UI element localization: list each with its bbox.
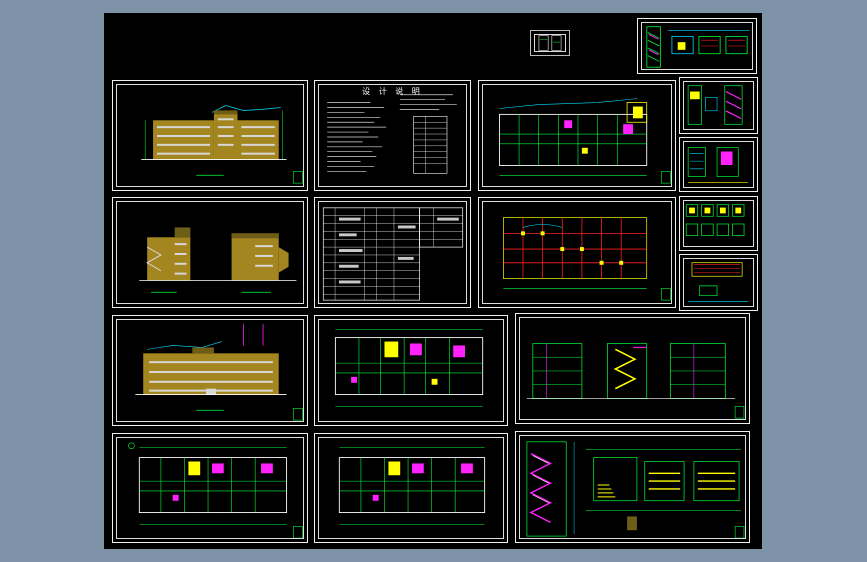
side-elevations-drawing bbox=[139, 227, 297, 293]
stair-detail-drawing bbox=[646, 26, 750, 68]
design-notes-heading: 设 计 说 明 bbox=[362, 87, 423, 96]
schedule-table-sheet[interactable] bbox=[314, 197, 471, 308]
second-floor-plan-sheet[interactable] bbox=[314, 315, 508, 426]
cad-drawing-canvas[interactable]: 设 计 说 明 bbox=[104, 13, 762, 549]
front-elevation-sheet[interactable] bbox=[112, 80, 308, 191]
detail-drawing-4 bbox=[688, 262, 748, 302]
stair-section-drawing bbox=[687, 85, 743, 125]
rear-elevation-drawing bbox=[135, 323, 303, 421]
ground-floor-plan bbox=[498, 98, 671, 184]
third-floor-plan bbox=[128, 442, 303, 539]
stair-section-sheet[interactable] bbox=[679, 77, 758, 134]
stair-details-drawing bbox=[526, 441, 745, 539]
stair-detail-sheet-top[interactable] bbox=[637, 18, 757, 74]
ground-floor-plan-sheet[interactable] bbox=[478, 80, 676, 191]
schedule-table bbox=[322, 207, 464, 301]
foundation-plan bbox=[503, 217, 671, 301]
fourth-floor-plan-sheet[interactable] bbox=[314, 433, 508, 543]
building-sections-drawing bbox=[526, 343, 745, 419]
design-notes-sheet[interactable]: 设 计 说 明 bbox=[314, 80, 471, 191]
detail-drawing-3 bbox=[685, 204, 745, 236]
second-floor-plan bbox=[334, 329, 484, 407]
detail-drawing-2 bbox=[687, 147, 748, 183]
detail-sheet-3[interactable] bbox=[679, 196, 758, 251]
third-floor-plan-sheet[interactable] bbox=[112, 433, 308, 543]
front-elevation-drawing bbox=[141, 105, 303, 184]
foundation-plan-sheet[interactable] bbox=[478, 197, 676, 308]
detail-sheet-2[interactable] bbox=[679, 137, 758, 192]
cover-thumbnail bbox=[538, 35, 562, 51]
cover-thumbnail-sheet[interactable] bbox=[530, 30, 570, 56]
side-elevations-sheet[interactable] bbox=[112, 197, 308, 308]
fourth-floor-plan bbox=[338, 447, 486, 525]
rear-elevation-sheet[interactable] bbox=[112, 315, 308, 426]
stair-details-sheet[interactable] bbox=[515, 431, 750, 543]
design-notes-text bbox=[327, 94, 457, 174]
building-sections-sheet[interactable] bbox=[515, 313, 750, 424]
detail-sheet-4[interactable] bbox=[679, 254, 758, 311]
